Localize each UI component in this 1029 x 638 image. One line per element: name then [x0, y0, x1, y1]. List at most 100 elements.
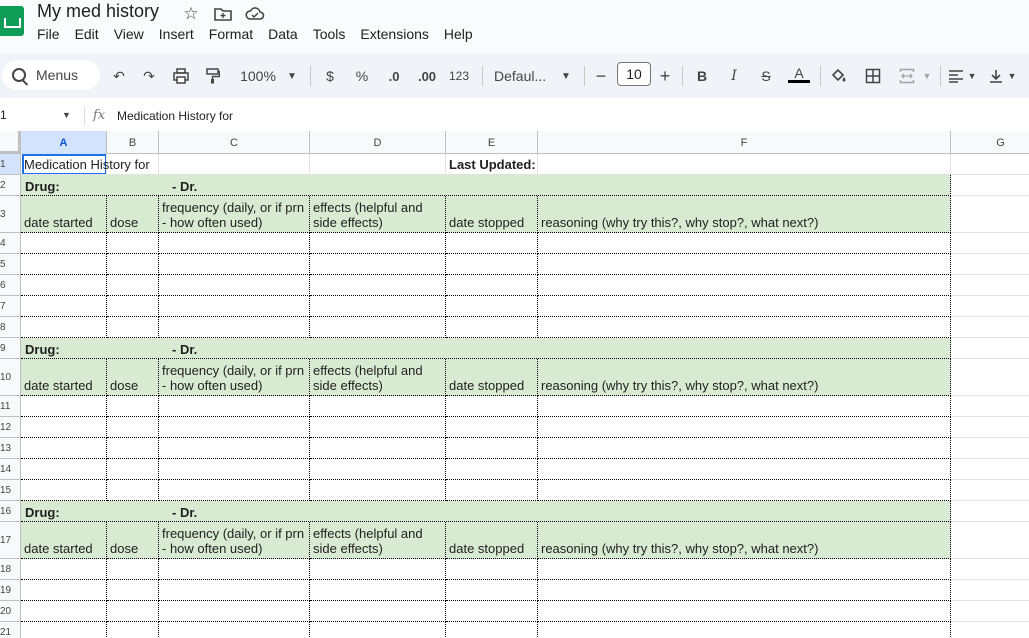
cell-c[interactable] — [159, 417, 310, 438]
cell-g[interactable] — [951, 175, 1029, 196]
cell-a[interactable] — [21, 438, 107, 459]
font-chevron-down-icon[interactable]: ▼ — [558, 54, 574, 98]
cell-f[interactable] — [538, 622, 951, 638]
cell-f[interactable] — [538, 254, 951, 275]
row-header[interactable]: 9 — [0, 338, 21, 359]
cell-e[interactable] — [446, 459, 538, 480]
menu-format[interactable]: Format — [209, 26, 253, 42]
cell-b[interactable] — [107, 317, 159, 338]
cell-a[interactable] — [21, 233, 107, 254]
column-label-effects[interactable]: effects (helpful and side effects) — [310, 359, 446, 396]
column-header-f[interactable]: F — [538, 131, 951, 154]
cell-b[interactable] — [107, 296, 159, 317]
row-header[interactable]: 1 — [0, 154, 21, 175]
cell-e[interactable] — [446, 296, 538, 317]
cell-f[interactable] — [538, 580, 951, 601]
cell-g[interactable] — [951, 154, 1029, 175]
cell-d[interactable] — [310, 233, 446, 254]
cell-a[interactable] — [21, 559, 107, 580]
percent-format-button[interactable]: % — [352, 54, 372, 98]
row-header[interactable]: 17 — [0, 522, 21, 559]
title-cell[interactable]: Medication History for — [21, 154, 150, 175]
cell-e[interactable] — [446, 396, 538, 417]
column-label-effects[interactable]: effects (helpful and side effects) — [310, 522, 446, 559]
cell-c[interactable] — [159, 559, 310, 580]
currency-format-button[interactable]: $ — [320, 54, 340, 98]
paint-format-icon[interactable] — [202, 54, 224, 98]
number-format-button[interactable]: 123 — [446, 54, 472, 98]
cell-g[interactable] — [951, 480, 1029, 501]
cell-b[interactable] — [107, 438, 159, 459]
cell-a[interactable] — [21, 459, 107, 480]
cell-g[interactable] — [951, 196, 1029, 233]
cell-b[interactable] — [107, 396, 159, 417]
move-folder-icon[interactable] — [212, 3, 234, 25]
cell-g[interactable] — [951, 254, 1029, 275]
row-header[interactable]: 19 — [0, 580, 21, 601]
bold-button[interactable]: B — [692, 54, 712, 98]
last-updated-label[interactable]: Last Updated: — [446, 154, 538, 175]
row-header[interactable]: 5 — [0, 254, 21, 275]
cell-b[interactable] — [107, 559, 159, 580]
cell-e[interactable] — [446, 480, 538, 501]
column-label-date-started[interactable]: date started — [21, 196, 107, 233]
row-header[interactable]: 6 — [0, 275, 21, 296]
select-all-corner[interactable] — [0, 131, 21, 154]
menu-help[interactable]: Help — [444, 26, 473, 42]
cell-g[interactable] — [951, 580, 1029, 601]
cell-e[interactable] — [446, 275, 538, 296]
cell-c[interactable] — [159, 233, 310, 254]
cell-d[interactable] — [310, 275, 446, 296]
text-color-button[interactable]: A — [786, 54, 812, 98]
menu-file[interactable]: File — [37, 26, 60, 42]
row-header[interactable]: 3 — [0, 196, 21, 233]
column-label-date-stopped[interactable]: date stopped — [446, 359, 538, 396]
cell-f[interactable] — [538, 233, 951, 254]
cell-g[interactable] — [951, 522, 1029, 559]
cell-a[interactable] — [21, 296, 107, 317]
cell-g[interactable] — [951, 396, 1029, 417]
row-header[interactable]: 15 — [0, 480, 21, 501]
cell-a[interactable] — [21, 480, 107, 501]
column-label-date-started[interactable]: date started — [21, 359, 107, 396]
cell-a[interactable] — [21, 417, 107, 438]
cell-d[interactable] — [310, 480, 446, 501]
cell-c[interactable] — [159, 296, 310, 317]
column-label-reasoning[interactable]: reasoning (why try this?, why stop?, wha… — [538, 196, 951, 233]
cell-g[interactable] — [951, 622, 1029, 638]
cell-d[interactable] — [310, 317, 446, 338]
menu-extensions[interactable]: Extensions — [360, 26, 428, 42]
cell-g[interactable] — [951, 417, 1029, 438]
cell-a[interactable] — [21, 254, 107, 275]
cell-c[interactable] — [159, 154, 310, 175]
menu-edit[interactable]: Edit — [75, 26, 99, 42]
row-header[interactable]: 11 — [0, 396, 21, 417]
cell-e[interactable] — [446, 438, 538, 459]
row-header[interactable]: 21 — [0, 622, 21, 638]
cell-a[interactable] — [21, 622, 107, 638]
cell-b[interactable] — [107, 622, 159, 638]
column-header-a[interactable]: A — [21, 131, 107, 154]
row-header[interactable]: 4 — [0, 233, 21, 254]
row-header[interactable]: 8 — [0, 317, 21, 338]
borders-icon[interactable] — [862, 54, 884, 98]
cell-e[interactable] — [446, 254, 538, 275]
cell-f[interactable] — [538, 296, 951, 317]
cell-e[interactable] — [446, 417, 538, 438]
cell-f[interactable] — [538, 480, 951, 501]
cell-g[interactable] — [951, 501, 1029, 522]
increase-font-size-icon[interactable]: + — [656, 54, 674, 98]
star-icon[interactable]: ☆ — [180, 3, 202, 25]
row-header[interactable]: 2 — [0, 175, 21, 196]
cell-e[interactable] — [446, 317, 538, 338]
strikethrough-button[interactable]: S — [756, 54, 776, 98]
cell-a[interactable] — [21, 601, 107, 622]
cell-a[interactable] — [21, 275, 107, 296]
undo-icon[interactable]: ↶ — [108, 54, 130, 98]
cell-b[interactable] — [107, 233, 159, 254]
cell-f[interactable] — [538, 459, 951, 480]
cell-c[interactable] — [159, 438, 310, 459]
row-header[interactable]: 13 — [0, 438, 21, 459]
cell-e[interactable] — [446, 580, 538, 601]
column-label-frequency[interactable]: frequency (daily, or if prn - how often … — [159, 522, 310, 559]
